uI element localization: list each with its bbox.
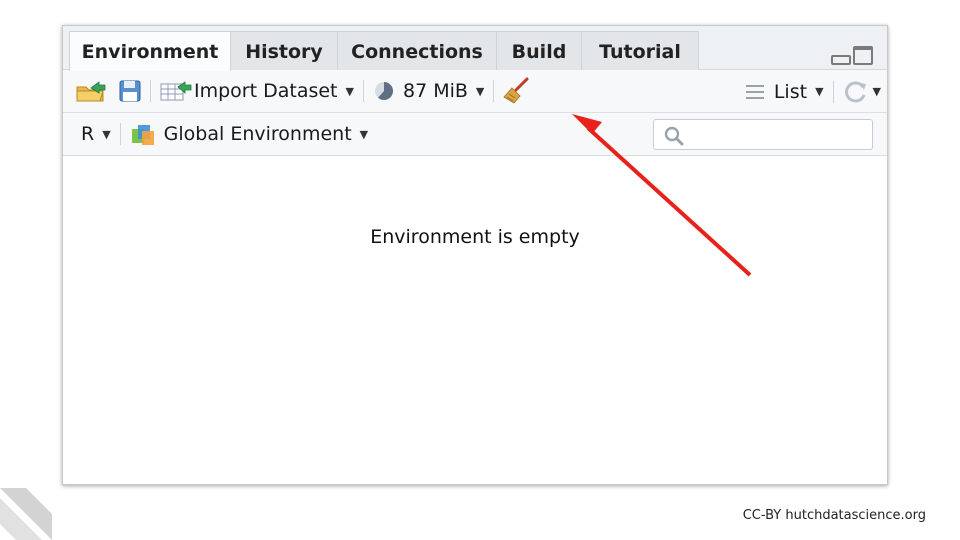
environment-scope-selector[interactable]: Global Environment ▼ xyxy=(130,121,368,147)
tab-tutorial[interactable]: Tutorial xyxy=(581,31,699,71)
toolbar-divider xyxy=(362,80,364,102)
environment-empty-message: Environment is empty xyxy=(370,226,580,248)
environment-toolbar: Import Dataset ▼ 87 MiB ▼ List ▼ ▼ xyxy=(63,70,887,113)
tab-label: Environment xyxy=(81,40,219,63)
slide-corner-decoration xyxy=(0,488,52,540)
chevron-down-icon: ▼ xyxy=(359,127,369,141)
toolbar-divider xyxy=(150,80,151,102)
chevron-down-icon: ▼ xyxy=(475,84,485,98)
list-icon xyxy=(745,84,764,99)
tab-connections[interactable]: Connections xyxy=(337,31,497,71)
tab-build[interactable]: Build xyxy=(496,31,582,71)
credit-text: CC-BY hutchdatascience.org xyxy=(742,508,926,523)
clear-workspace-button[interactable] xyxy=(503,77,531,105)
refresh-button[interactable]: ▼ xyxy=(843,79,881,105)
environment-scope-label: Global Environment xyxy=(163,123,352,145)
chevron-down-icon: ▼ xyxy=(345,84,354,98)
import-table-icon xyxy=(160,81,192,101)
chevron-down-icon: ▼ xyxy=(102,127,111,141)
memory-usage-button[interactable]: 87 MiB ▼ xyxy=(373,80,484,102)
open-folder-icon[interactable] xyxy=(75,79,107,103)
chevron-down-icon: ▼ xyxy=(815,85,824,98)
broom-icon xyxy=(503,77,529,104)
tab-environment[interactable]: Environment xyxy=(69,31,231,71)
toolbar-right-group: List ▼ ▼ xyxy=(745,70,881,113)
tab-label: Tutorial xyxy=(599,40,681,63)
language-label: R xyxy=(81,123,95,145)
language-selector[interactable]: R ▼ xyxy=(81,123,111,145)
memory-usage-label: 87 MiB xyxy=(402,80,468,102)
window-controls xyxy=(831,46,873,65)
minimize-icon[interactable] xyxy=(831,55,851,65)
search-input[interactable] xyxy=(653,119,873,150)
maximize-icon[interactable] xyxy=(853,46,873,65)
memory-pie-icon xyxy=(374,81,393,100)
refresh-icon xyxy=(844,81,866,102)
search-icon xyxy=(664,126,684,146)
tab-history[interactable]: History xyxy=(230,31,338,71)
environment-pane: Environment History Connections Build Tu… xyxy=(62,25,888,485)
environment-selector-bar: R ▼ Global Environment ▼ xyxy=(63,113,887,156)
toolbar-divider xyxy=(832,80,834,103)
tab-label: Connections xyxy=(351,40,483,63)
save-icon[interactable] xyxy=(119,79,141,103)
tab-label: History xyxy=(245,40,323,63)
tab-label: Build xyxy=(511,40,567,63)
tab-bar: Environment History Connections Build Tu… xyxy=(63,26,887,71)
toolbar-divider xyxy=(493,80,495,102)
toolbar-divider xyxy=(119,123,121,145)
view-mode-button[interactable]: List ▼ xyxy=(745,80,824,103)
import-dataset-button[interactable]: Import Dataset ▼ xyxy=(160,80,354,102)
chevron-down-icon: ▼ xyxy=(872,85,881,98)
environment-cube-icon xyxy=(131,125,154,145)
import-dataset-label: Import Dataset xyxy=(194,80,338,102)
view-mode-label: List xyxy=(773,80,808,103)
